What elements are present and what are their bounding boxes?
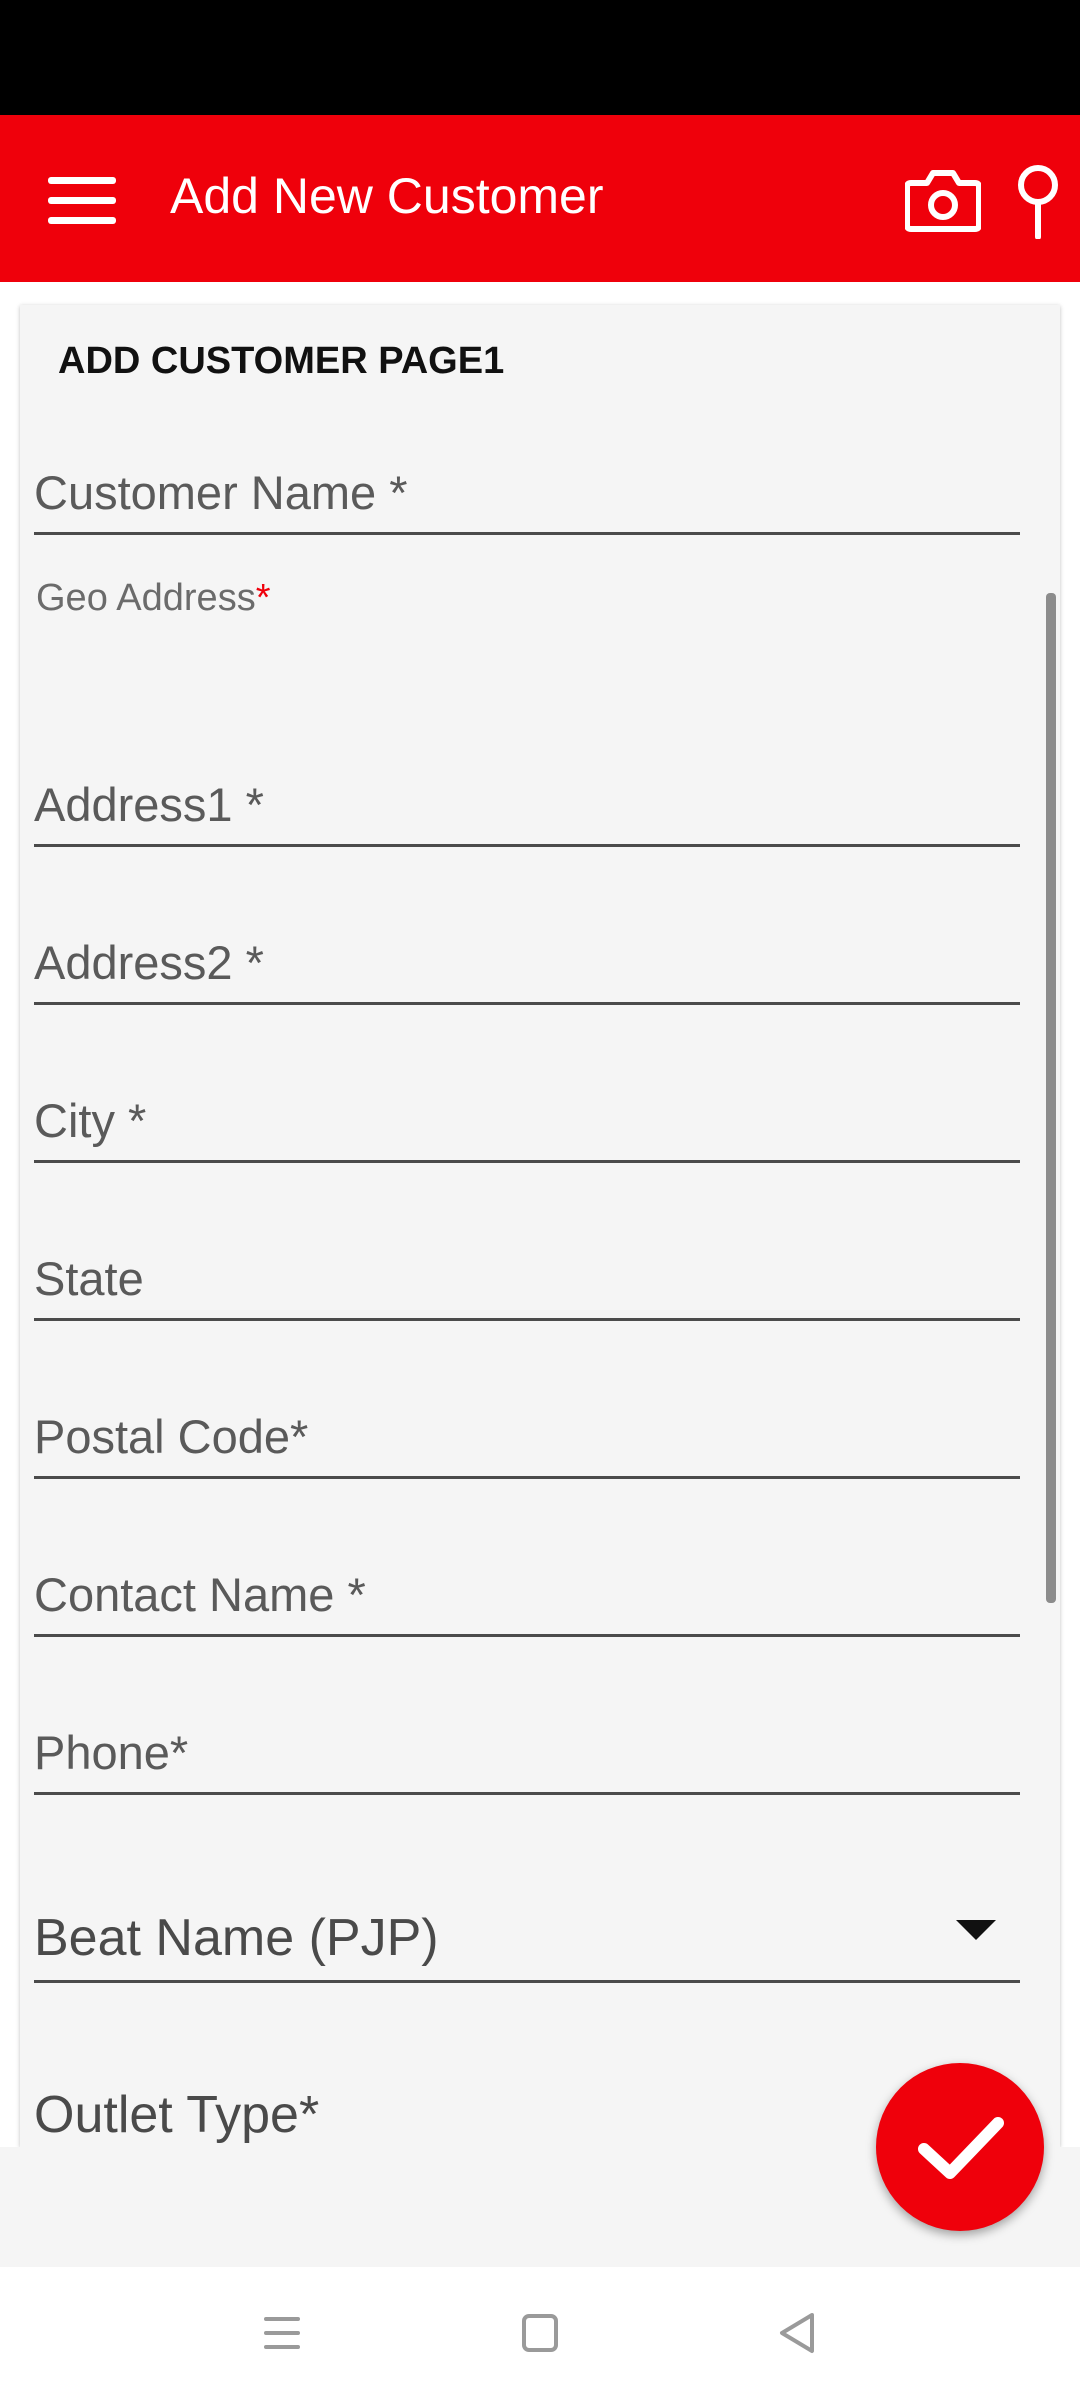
status-bar bbox=[0, 0, 1080, 115]
scrollbar[interactable] bbox=[1046, 593, 1056, 1603]
contact-name-field[interactable]: Contact Name * bbox=[34, 1547, 1020, 1637]
state-input[interactable] bbox=[34, 1231, 1020, 1318]
beat-name-label: Beat Name (PJP) bbox=[34, 1909, 439, 1967]
app-bar: Add New Customer bbox=[0, 115, 1080, 282]
page-title: Add New Customer bbox=[170, 168, 604, 224]
back-icon[interactable] bbox=[768, 2305, 828, 2361]
postal-code-field[interactable]: Postal Code* bbox=[34, 1389, 1020, 1479]
address1-input[interactable] bbox=[34, 757, 1020, 844]
geo-address-label[interactable]: Geo Address* bbox=[36, 577, 270, 620]
city-field[interactable]: City * bbox=[34, 1073, 1020, 1163]
system-nav-bar bbox=[0, 2267, 1080, 2400]
recent-apps-icon[interactable] bbox=[252, 2305, 312, 2361]
phone-field[interactable]: Phone* bbox=[34, 1705, 1020, 1795]
customer-name-field[interactable]: Customer Name * bbox=[34, 445, 1020, 535]
postal-code-input[interactable] bbox=[34, 1389, 1020, 1476]
menu-icon[interactable] bbox=[44, 173, 124, 229]
outlet-type-label[interactable]: Outlet Type* bbox=[34, 2085, 319, 2145]
location-pin-icon[interactable] bbox=[1010, 163, 1066, 240]
home-icon[interactable] bbox=[510, 2305, 570, 2361]
section-title: ADD CUSTOMER PAGE1 bbox=[58, 340, 505, 382]
phone-input[interactable] bbox=[34, 1705, 1020, 1792]
geo-address-text: Geo Address bbox=[36, 577, 256, 619]
state-field[interactable]: State bbox=[34, 1231, 1020, 1321]
address2-input[interactable] bbox=[34, 915, 1020, 1002]
dropdown-arrow-icon bbox=[956, 1920, 996, 1940]
beat-name-dropdown[interactable]: Beat Name (PJP) bbox=[34, 1865, 1020, 1983]
city-input[interactable] bbox=[34, 1073, 1020, 1160]
address1-field[interactable]: Address1 * bbox=[34, 757, 1020, 847]
save-button[interactable] bbox=[876, 2063, 1044, 2231]
required-asterisk: * bbox=[255, 577, 271, 619]
camera-icon[interactable] bbox=[904, 163, 982, 235]
checkmark-icon bbox=[918, 2117, 1004, 2179]
customer-name-input[interactable] bbox=[34, 445, 1020, 532]
contact-name-input[interactable] bbox=[34, 1547, 1020, 1634]
add-customer-form: ADD CUSTOMER PAGE1 Customer Name * Geo A… bbox=[20, 305, 1060, 2147]
address2-field[interactable]: Address2 * bbox=[34, 915, 1020, 1005]
